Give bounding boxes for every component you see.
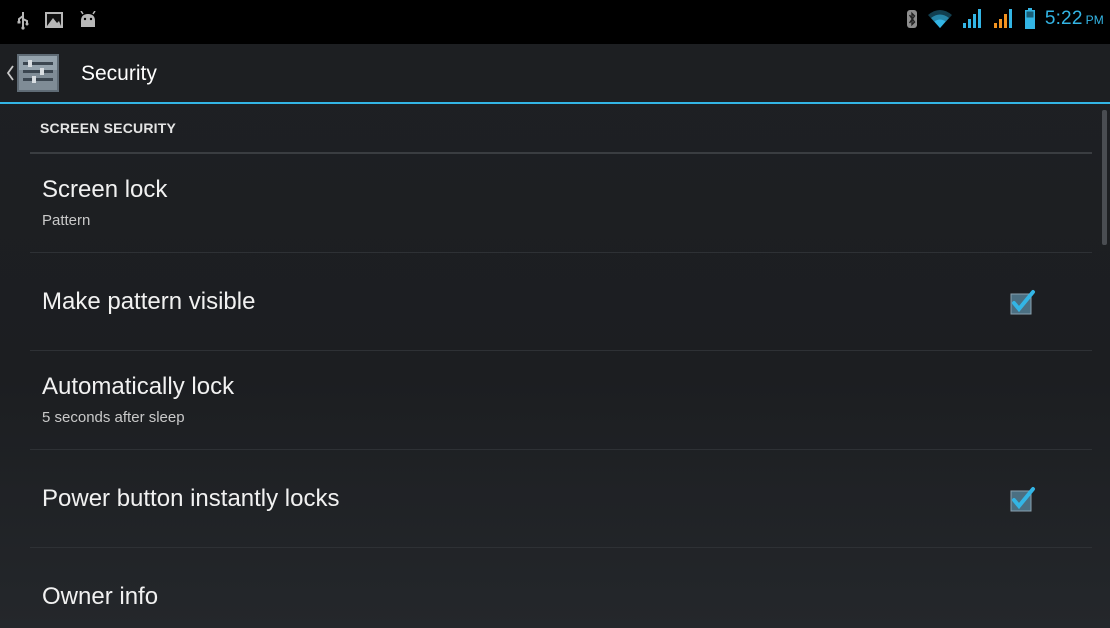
power-button-locks-item[interactable]: Power button instantly locks <box>30 450 1092 548</box>
owner-info-title: Owner info <box>42 583 159 610</box>
screen-lock-item[interactable]: Screen lock Pattern <box>30 154 1092 253</box>
automatically-lock-summary: 5 seconds after sleep <box>42 409 185 426</box>
owner-info-item[interactable]: Owner info <box>30 548 1092 628</box>
make-pattern-visible-item[interactable]: Make pattern visible <box>30 253 1092 351</box>
make-pattern-visible-title: Make pattern visible <box>42 287 256 315</box>
clock-time: 5:22 <box>1044 8 1083 29</box>
automatically-lock-title: Automatically lock <box>42 373 235 400</box>
section-header-label: SCREEN SECURITY <box>40 120 177 136</box>
make-pattern-visible-checkbox[interactable] <box>1008 288 1036 316</box>
preference-list: SCREEN SECURITY Screen lock Pattern Make… <box>30 104 1092 628</box>
clock: 5:22 PM <box>1045 8 1104 30</box>
clock-ampm: PM <box>1085 13 1104 27</box>
scrollbar[interactable] <box>1102 110 1107 245</box>
chevron-left-icon <box>6 65 14 81</box>
up-navigation-button[interactable] <box>0 44 78 102</box>
image-notification-icon <box>45 12 63 28</box>
power-button-locks-title: Power button instantly locks <box>42 484 340 512</box>
system-icons: 5:22 PM <box>906 8 1104 30</box>
android-debug-icon <box>80 11 96 27</box>
signal-icon <box>962 9 981 28</box>
status-bar: 5:22 PM <box>0 0 1110 44</box>
wifi-icon <box>927 10 952 28</box>
usb-icon <box>17 12 29 30</box>
power-button-locks-checkbox[interactable] <box>1008 485 1036 513</box>
section-header: SCREEN SECURITY <box>30 104 1092 154</box>
page-title: Security <box>81 62 157 85</box>
action-bar: Security <box>0 44 1110 104</box>
signal-icon-2 <box>993 9 1012 28</box>
automatically-lock-item[interactable]: Automatically lock 5 seconds after sleep <box>30 351 1092 450</box>
battery-icon <box>1024 8 1035 29</box>
settings-app-icon <box>17 54 59 92</box>
screen-lock-summary: Pattern <box>42 212 91 229</box>
notification-icons <box>16 10 98 30</box>
screen-lock-title: Screen lock <box>42 176 168 203</box>
bluetooth-icon <box>906 10 917 28</box>
security-settings-screen: 5:22 PM Security SCREEN SECURITY Screen … <box>0 0 1110 628</box>
